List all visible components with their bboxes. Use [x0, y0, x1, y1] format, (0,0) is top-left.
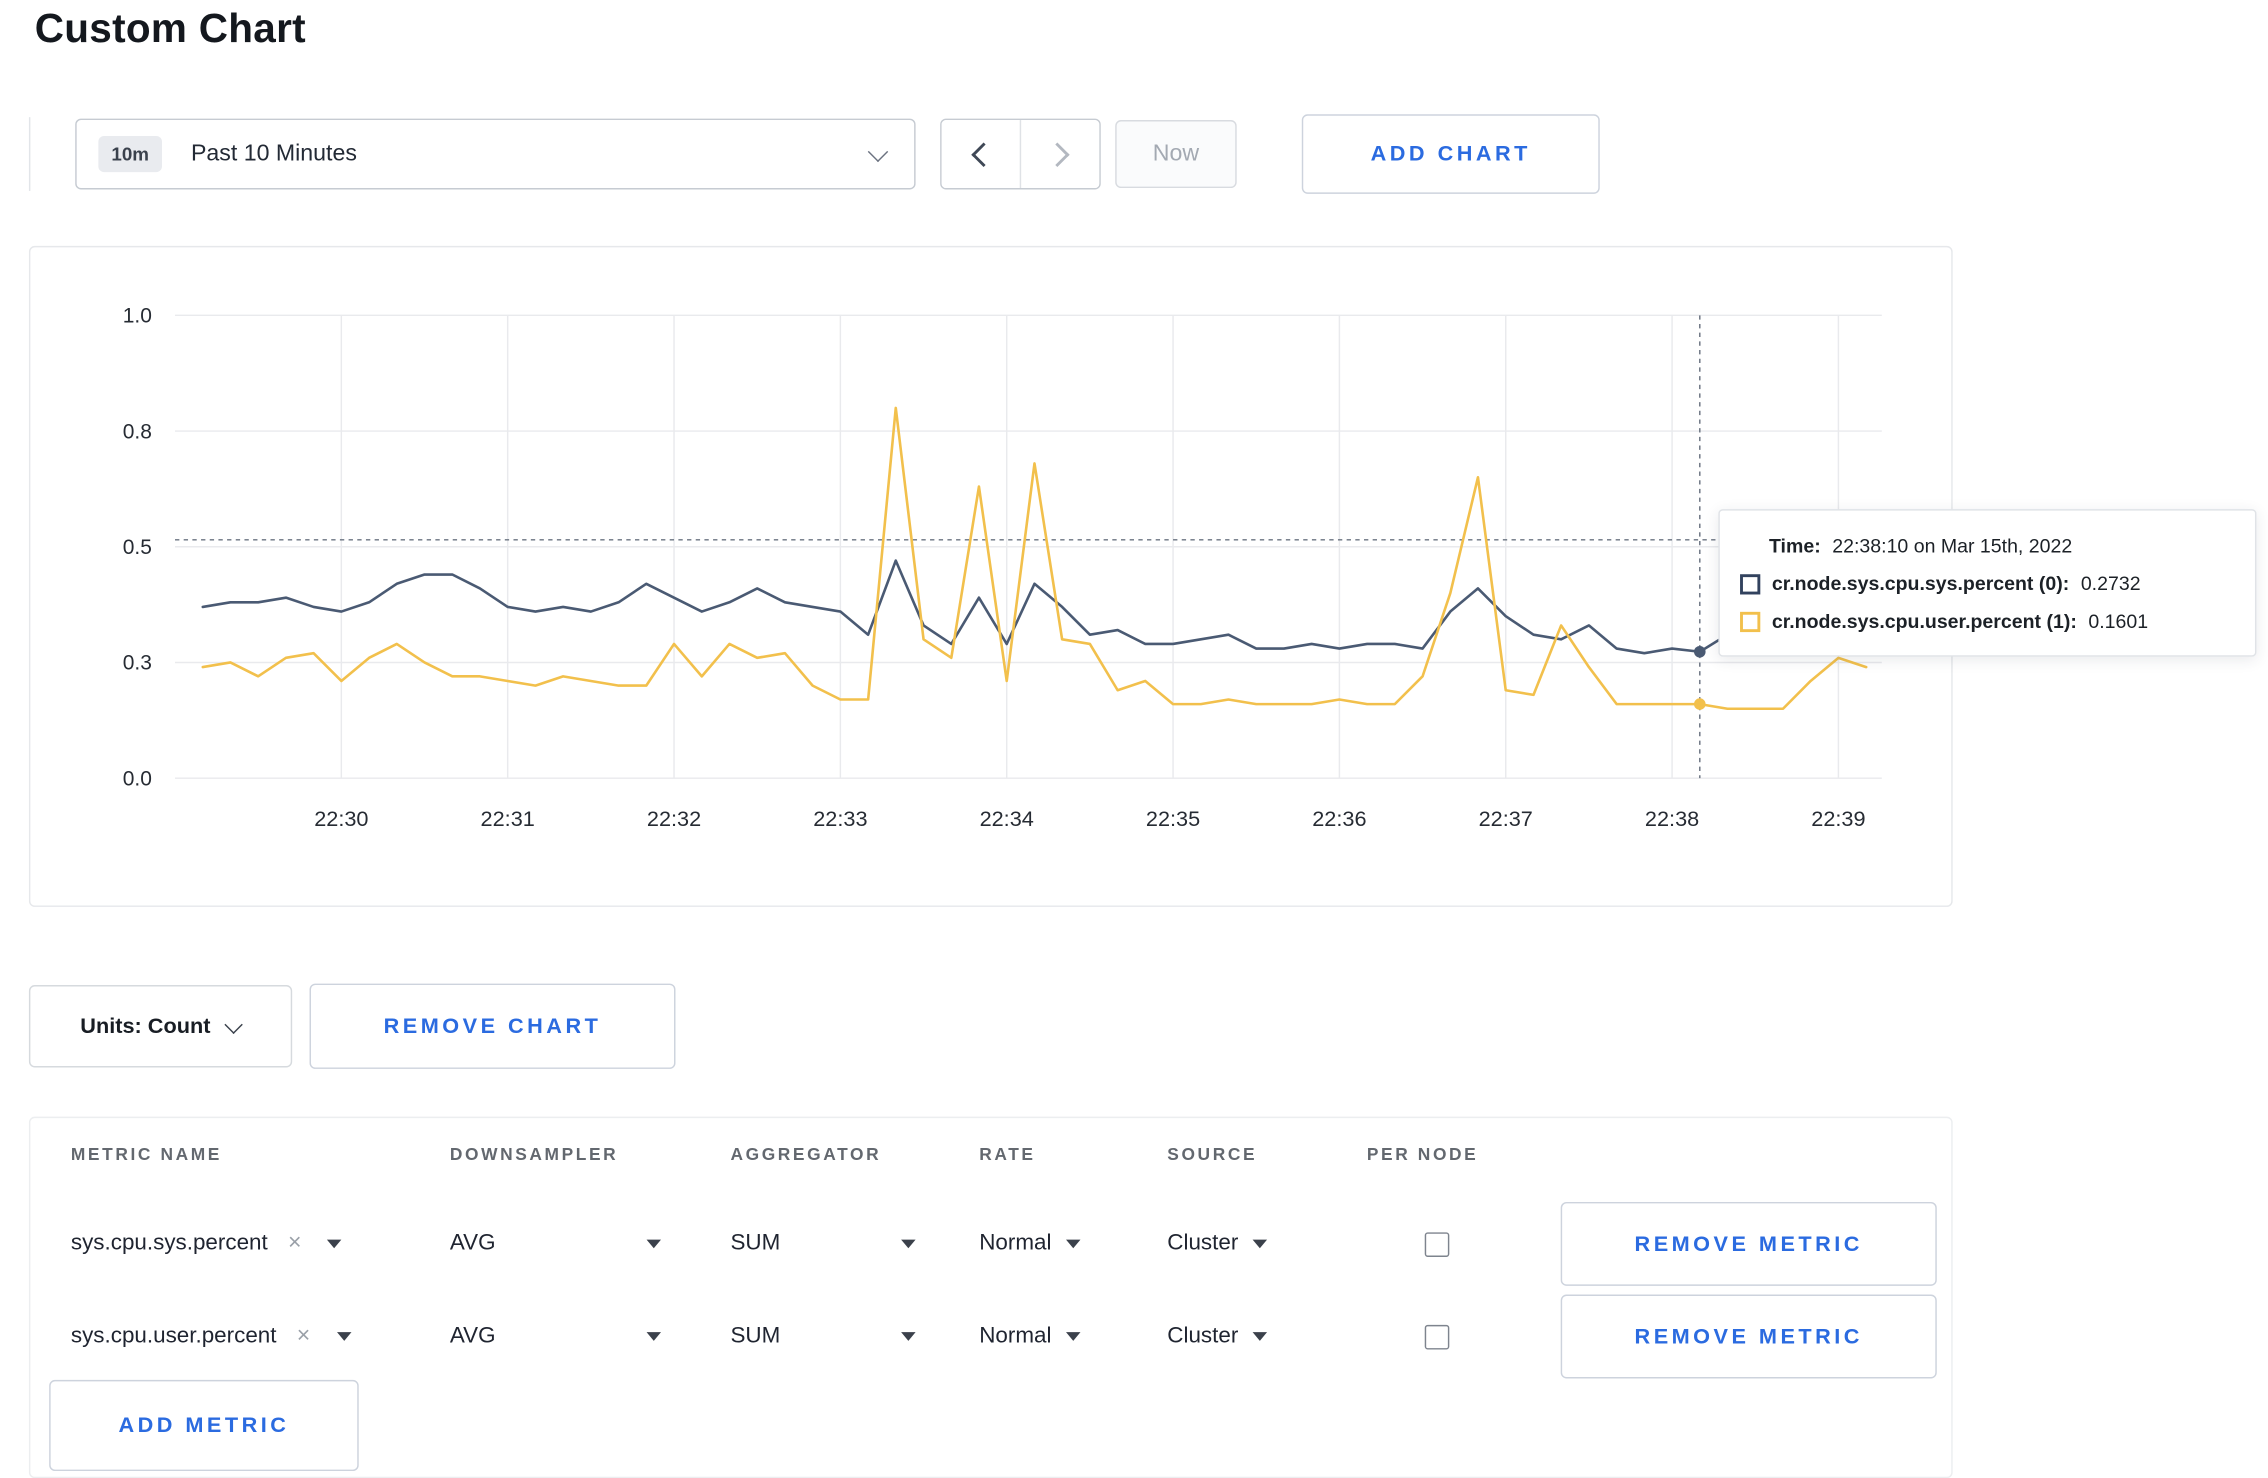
series-user-swatch-icon [1740, 611, 1761, 632]
caret-down-icon [646, 1332, 662, 1341]
per-node-cell [1424, 1295, 1450, 1379]
tooltip-series-value: 0.1601 [2088, 610, 2149, 633]
table-row: sys.cpu.user.percent × AVG SUM Normal Cl… [30, 1294, 1951, 1379]
tooltip-series-row: cr.node.sys.cpu.sys.percent (0): 0.2732 [1740, 572, 2232, 595]
table-row: sys.cpu.sys.percent × AVG SUM Normal Clu… [30, 1201, 1951, 1286]
time-range-badge: 10m [98, 135, 163, 173]
rate-value: Normal [979, 1230, 1052, 1256]
units-select[interactable]: Units: Count [28, 985, 293, 1068]
column-header-rate: RATE [979, 1144, 1036, 1165]
per-node-cell [1424, 1202, 1450, 1286]
per-node-checkbox[interactable] [1424, 1324, 1450, 1349]
caret-down-icon [901, 1332, 916, 1341]
remove-metric-cell: REMOVE METRIC [1560, 1201, 1937, 1286]
downsampler-select[interactable]: AVG [449, 1295, 662, 1379]
chevron-down-icon [225, 1014, 244, 1034]
cpu-usage-chart[interactable]: 1.0 0.8 0.5 0.3 0.0 22:30 22:31 22:32 22:33 22:34… [30, 247, 1954, 908]
chart-tooltip: Time: 22:38:10 on Mar 15th, 2022 cr.node… [1718, 509, 2257, 657]
caret-down-icon [1252, 1239, 1268, 1249]
svg-text:0.5: 0.5 [123, 536, 152, 559]
metrics-table-header: METRIC NAME DOWNSAMPLER AGGREGATOR RATE … [30, 1144, 1951, 1176]
source-value: Cluster [1167, 1230, 1239, 1256]
svg-text:22:36: 22:36 [1312, 806, 1366, 831]
downsampler-select[interactable]: AVG [449, 1202, 662, 1286]
svg-text:22:33: 22:33 [813, 806, 867, 831]
column-header-metric-name: METRIC NAME [70, 1144, 222, 1165]
add-chart-button[interactable]: ADD CHART [1301, 114, 1600, 194]
chevron-right-icon [1045, 141, 1070, 167]
caret-down-icon [901, 1239, 916, 1249]
add-metric-button[interactable]: ADD METRIC [49, 1379, 359, 1472]
metric-name-label: sys.cpu.sys.percent [70, 1230, 268, 1256]
column-header-per-node: PER NODE [1366, 1144, 1479, 1165]
svg-text:22:35: 22:35 [1146, 806, 1200, 831]
per-node-checkbox[interactable] [1424, 1231, 1450, 1257]
time-range-label: Past 10 Minutes [190, 141, 357, 166]
downsampler-value: AVG [449, 1230, 496, 1256]
chart-card: 1.0 0.8 0.5 0.3 0.0 22:30 22:31 22:32 22:33 22:34… [28, 245, 1954, 908]
caret-down-icon [1252, 1332, 1268, 1341]
aggregator-value: SUM [730, 1323, 781, 1349]
time-nav-group [940, 118, 1101, 190]
now-button[interactable]: Now [1115, 120, 1237, 189]
svg-text:22:32: 22:32 [647, 806, 701, 831]
remove-metric-cell: REMOVE METRIC [1560, 1294, 1937, 1379]
clear-metric-icon[interactable]: × [297, 1324, 311, 1348]
svg-text:0.0: 0.0 [123, 767, 152, 790]
tooltip-series-row: cr.node.sys.cpu.user.percent (1): 0.1601 [1740, 610, 2232, 632]
rate-value: Normal [979, 1323, 1052, 1349]
chart-footer: Units: Count REMOVE CHART [28, 983, 676, 1069]
rate-select[interactable]: Normal [979, 1202, 1081, 1286]
clear-metric-icon[interactable]: × [288, 1232, 302, 1255]
tooltip-time-row: Time: 22:38:10 on Mar 15th, 2022 [1740, 535, 2232, 557]
svg-text:22:34: 22:34 [980, 806, 1034, 831]
aggregator-value: SUM [730, 1230, 781, 1256]
metric-name-select[interactable]: sys.cpu.sys.percent × [70, 1202, 343, 1286]
caret-down-icon [1065, 1332, 1081, 1341]
page-title: Custom Chart [34, 5, 306, 51]
remove-metric-button[interactable]: REMOVE METRIC [1560, 1201, 1937, 1286]
rate-select[interactable]: Normal [979, 1295, 1081, 1379]
svg-text:22:30: 22:30 [314, 806, 368, 831]
tooltip-series-label: cr.node.sys.cpu.sys.percent (0): [1771, 572, 2070, 595]
downsampler-value: AVG [449, 1323, 496, 1349]
source-value: Cluster [1167, 1323, 1239, 1349]
column-header-source: SOURCE [1167, 1144, 1258, 1165]
series-sys-swatch-icon [1740, 573, 1761, 594]
chart-toolbar: 10m Past 10 Minutes Now ADD CHART [28, 114, 1600, 194]
tooltip-time-value: 22:38:10 on Mar 15th, 2022 [1832, 535, 2073, 557]
caret-down-icon [646, 1239, 662, 1249]
svg-text:22:39: 22:39 [1811, 806, 1865, 831]
time-range-select[interactable]: 10m Past 10 Minutes [75, 118, 916, 190]
metric-name-label: sys.cpu.user.percent [70, 1323, 277, 1349]
svg-text:22:38: 22:38 [1645, 806, 1699, 831]
toolbar-divider [28, 117, 31, 191]
chevron-down-icon [867, 140, 889, 162]
units-select-label: Units: Count [80, 1013, 211, 1039]
tooltip-series-label: cr.node.sys.cpu.user.percent (1): [1771, 610, 2077, 633]
caret-down-icon [336, 1332, 351, 1341]
caret-down-icon [327, 1239, 343, 1249]
svg-text:22:37: 22:37 [1479, 806, 1533, 831]
tooltip-series-value: 0.2732 [2080, 572, 2141, 595]
svg-text:1.0: 1.0 [123, 305, 152, 328]
column-header-downsampler: DOWNSAMPLER [449, 1144, 619, 1165]
aggregator-select[interactable]: SUM [730, 1295, 916, 1379]
aggregator-select[interactable]: SUM [730, 1202, 916, 1286]
remove-metric-button[interactable]: REMOVE METRIC [1560, 1294, 1937, 1379]
column-header-aggregator: AGGREGATOR [730, 1144, 882, 1165]
tooltip-time-label: Time: [1768, 535, 1821, 557]
remove-chart-button[interactable]: REMOVE CHART [309, 983, 676, 1069]
svg-text:0.8: 0.8 [123, 420, 152, 443]
caret-down-icon [1065, 1239, 1081, 1249]
metric-name-select[interactable]: sys.cpu.user.percent × [71, 1295, 351, 1379]
chevron-left-icon [971, 141, 996, 167]
svg-text:22:31: 22:31 [481, 806, 535, 831]
metrics-table: METRIC NAME DOWNSAMPLER AGGREGATOR RATE … [28, 1116, 1953, 1478]
source-select[interactable]: Cluster [1167, 1202, 1268, 1286]
svg-text:0.3: 0.3 [123, 652, 152, 675]
source-select[interactable]: Cluster [1167, 1295, 1268, 1379]
next-time-button[interactable] [1019, 120, 1100, 189]
prev-time-button[interactable] [941, 120, 1020, 189]
